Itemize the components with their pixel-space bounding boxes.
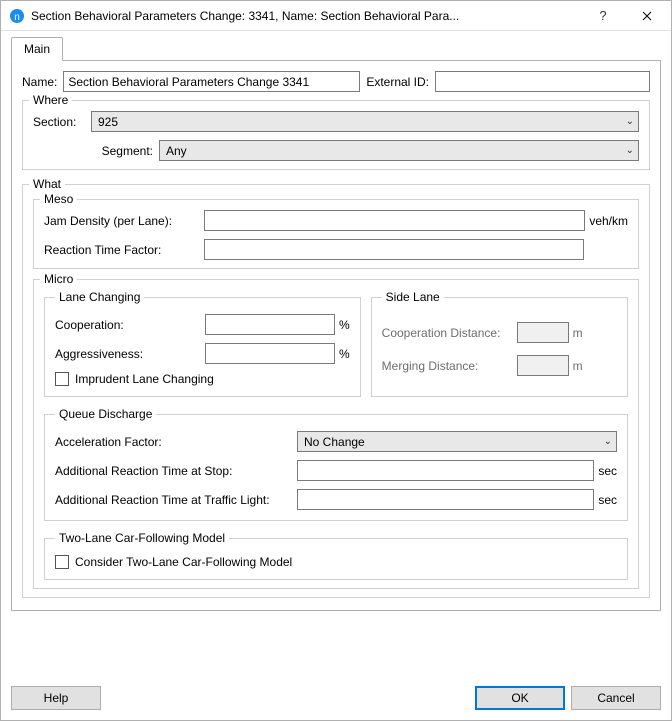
jam-density-unit: veh/km (589, 214, 628, 228)
ok-button[interactable]: OK (475, 686, 565, 710)
where-fieldset: Where Section: 925 ⌄ Segment: Any ⌄ (22, 100, 650, 170)
name-label: Name: (22, 75, 57, 89)
accel-factor-select[interactable]: No Change ⌄ (297, 431, 617, 452)
queue-discharge-legend: Queue Discharge (55, 407, 156, 421)
micro-columns: Lane Changing Cooperation: % Aggressiven… (44, 290, 628, 397)
reaction-time-factor-label: Reaction Time Factor: (44, 243, 204, 257)
section-value: 925 (98, 115, 622, 129)
cooperation-unit: % (339, 318, 350, 332)
micro-fieldset: Micro Lane Changing Cooperation: % Agg (33, 279, 639, 589)
two-lane-legend: Two-Lane Car-Following Model (55, 531, 229, 545)
art-stop-label: Additional Reaction Time at Stop: (55, 464, 297, 478)
cancel-button[interactable]: Cancel (571, 686, 661, 710)
jam-density-label: Jam Density (per Lane): (44, 214, 204, 228)
two-lane-fieldset: Two-Lane Car-Following Model Consider Tw… (44, 531, 628, 580)
window-title: Section Behavioral Parameters Change: 33… (31, 9, 581, 23)
section-select[interactable]: 925 ⌄ (91, 111, 639, 132)
dialog-window: n Section Behavioral Parameters Change: … (0, 0, 672, 721)
tab-main[interactable]: Main (11, 37, 63, 61)
accel-factor-label: Acceleration Factor: (55, 435, 297, 449)
tab-pane-main: Name: External ID: Where Section: 925 ⌄ … (11, 60, 661, 611)
lane-changing-fieldset: Lane Changing Cooperation: % Aggressiven… (44, 290, 361, 397)
art-tl-input[interactable] (297, 489, 594, 510)
accel-factor-value: No Change (304, 435, 600, 449)
dialog-footer: Help OK Cancel (1, 678, 671, 720)
aggressiveness-label: Aggressiveness: (55, 347, 205, 361)
art-tl-unit: sec (598, 493, 617, 507)
app-icon: n (9, 8, 25, 24)
side-lane-fieldset: Side Lane Cooperation Distance: m Mergin… (371, 290, 628, 397)
merge-distance-input (517, 355, 569, 376)
external-id-label: External ID: (366, 75, 429, 89)
cooperation-input[interactable] (205, 314, 335, 335)
chevron-down-icon: ⌄ (626, 116, 634, 127)
external-id-input[interactable] (435, 71, 650, 92)
imprudent-lane-changing-checkbox[interactable] (55, 372, 69, 386)
footer-spacer (107, 686, 469, 710)
coop-distance-label: Cooperation Distance: (382, 326, 517, 340)
aggressiveness-input[interactable] (205, 343, 335, 364)
merge-distance-label: Merging Distance: (382, 359, 517, 373)
micro-legend: Micro (40, 272, 77, 286)
title-bar: n Section Behavioral Parameters Change: … (1, 1, 671, 31)
help-button[interactable]: Help (11, 686, 101, 710)
meso-legend: Meso (40, 192, 77, 206)
name-row: Name: External ID: (22, 71, 650, 92)
coop-distance-input (517, 322, 569, 343)
close-button[interactable] (625, 1, 669, 30)
queue-discharge-fieldset: Queue Discharge Acceleration Factor: No … (44, 407, 628, 521)
aggressiveness-unit: % (339, 347, 350, 361)
where-legend: Where (29, 93, 72, 107)
what-fieldset: What Meso Jam Density (per Lane): veh/km… (22, 184, 650, 598)
imprudent-lane-changing-label: Imprudent Lane Changing (75, 372, 214, 386)
chevron-down-icon: ⌄ (604, 436, 612, 447)
meso-fieldset: Meso Jam Density (per Lane): veh/km Reac… (33, 199, 639, 269)
art-stop-unit: sec (598, 464, 617, 478)
segment-label: Segment: (33, 144, 159, 158)
art-tl-label: Additional Reaction Time at Traffic Ligh… (55, 493, 297, 507)
side-lane-legend: Side Lane (382, 290, 444, 304)
segment-select[interactable]: Any ⌄ (159, 140, 639, 161)
merge-distance-unit: m (573, 359, 583, 373)
jam-density-input[interactable] (204, 210, 585, 231)
chevron-down-icon: ⌄ (626, 145, 634, 156)
name-input[interactable] (63, 71, 360, 92)
two-lane-label: Consider Two-Lane Car-Following Model (75, 555, 292, 569)
coop-distance-unit: m (573, 326, 583, 340)
tab-strip: Main (11, 37, 661, 61)
art-stop-input[interactable] (297, 460, 594, 481)
content-area: Main Name: External ID: Where Section: 9… (1, 31, 671, 678)
cooperation-label: Cooperation: (55, 318, 205, 332)
section-label: Section: (33, 115, 91, 129)
two-lane-checkbox[interactable] (55, 555, 69, 569)
lane-changing-legend: Lane Changing (55, 290, 144, 304)
reaction-time-factor-input[interactable] (204, 239, 584, 260)
help-titlebar-button[interactable]: ? (581, 1, 625, 30)
segment-value: Any (166, 144, 622, 158)
svg-text:n: n (14, 12, 20, 23)
what-legend: What (29, 177, 65, 191)
